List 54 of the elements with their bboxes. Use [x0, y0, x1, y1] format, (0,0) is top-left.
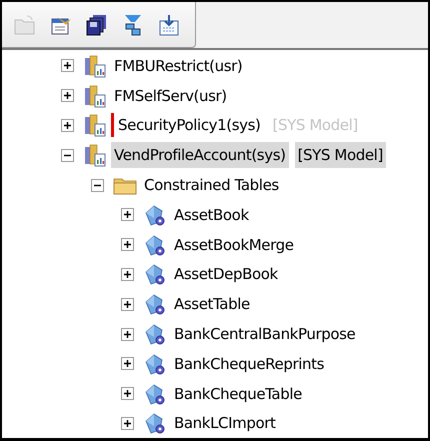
tree-node-label[interactable]: AssetTable [171, 291, 253, 318]
table-gear-icon [143, 411, 167, 436]
tree-node-label[interactable]: BankChequeTable [171, 380, 305, 407]
table-gear-icon [143, 322, 167, 346]
plus-icon [123, 359, 132, 368]
collapse-toggle[interactable] [61, 148, 74, 162]
import-icon [157, 12, 181, 36]
model-tag: [SYS Model] [270, 112, 361, 138]
table-gear-icon [143, 262, 167, 286]
plus-icon [63, 61, 72, 70]
project-icon [83, 54, 107, 78]
tree-node-label[interactable]: FMSelfServ(usr) [111, 82, 230, 109]
table-gear-icon [143, 232, 167, 257]
tree-node-label[interactable]: AssetBookMerge [171, 232, 297, 258]
plus-icon [123, 330, 132, 339]
plus-icon [63, 120, 72, 130]
expand-toggle[interactable] [121, 208, 134, 222]
expand-toggle[interactable] [121, 357, 134, 370]
plus-icon [123, 210, 132, 220]
table-gear-icon [143, 202, 167, 227]
plus-icon [63, 91, 72, 100]
project-icon [83, 143, 107, 168]
tree-node-label[interactable]: BankChequeReprints [171, 350, 327, 377]
plus-icon [123, 389, 132, 398]
tree-node-label[interactable]: Constrained Tables [141, 172, 282, 198]
expand-toggle[interactable] [121, 387, 134, 400]
expand-toggle[interactable] [61, 59, 74, 72]
expand-toggle[interactable] [121, 268, 134, 281]
disks-icon [85, 12, 109, 36]
expand-toggle[interactable] [121, 298, 134, 311]
project-icon [83, 84, 107, 108]
plus-icon [123, 300, 132, 309]
tree-node-label[interactable]: AssetBook [171, 202, 252, 228]
model-tag: [SYS Model] [294, 142, 386, 168]
table-gear-icon [143, 382, 167, 406]
plus-icon [123, 270, 132, 279]
table-gear-icon [143, 352, 167, 376]
expand-toggle[interactable] [61, 118, 74, 132]
tree-node-label[interactable]: SecurityPolicy1(sys) [115, 112, 264, 138]
tree-node-label[interactable]: FMBURestrict(usr) [111, 52, 246, 79]
project-icon [83, 113, 107, 138]
tree-node-label[interactable]: BankCentralBankPurpose [171, 321, 358, 348]
expand-toggle[interactable] [61, 89, 74, 102]
collapse-toggle[interactable] [91, 178, 104, 192]
expand-toggle[interactable] [121, 328, 134, 341]
folder-icon [13, 12, 37, 36]
tree-node-label[interactable]: BankLCImport [171, 410, 278, 436]
plus-icon [123, 418, 132, 428]
plus-icon [123, 240, 132, 250]
table-gear-icon [143, 292, 167, 316]
tree-node-label[interactable]: VendProfileAccount(sys) [111, 142, 289, 168]
tree-node-label[interactable]: AssetDepBook [171, 261, 281, 288]
expand-toggle[interactable] [121, 238, 134, 252]
expand-toggle[interactable] [121, 416, 134, 430]
